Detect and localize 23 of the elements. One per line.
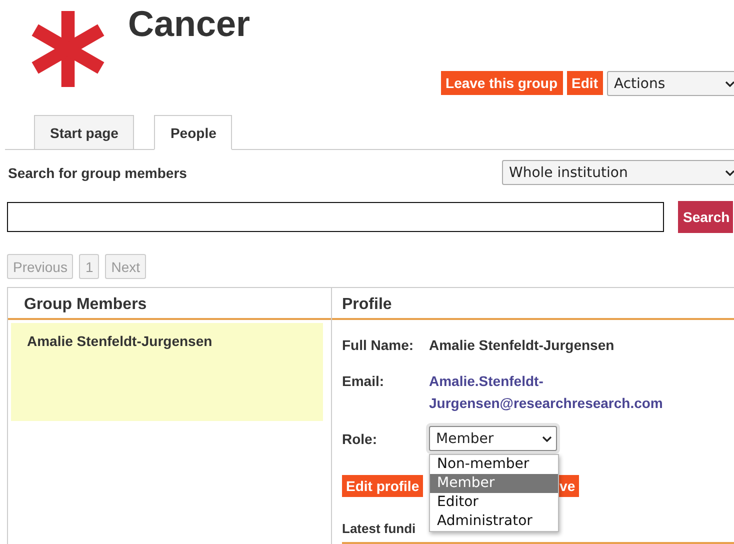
field-value: Amalie Stenfeldt-Jurgensen — [429, 337, 614, 353]
search-field[interactable] — [7, 202, 664, 232]
field-label: Email: — [342, 372, 386, 391]
column-heading: Group Members — [8, 288, 331, 320]
member-item[interactable]: Amalie Stenfeldt-Jurgensen — [11, 323, 323, 421]
tab[interactable]: People — [154, 115, 232, 150]
scope-select[interactable]: Whole institution — [502, 160, 734, 185]
field-label: Full Name: — [342, 337, 415, 353]
dropdown-option[interactable]: Non-member — [430, 455, 558, 474]
chevron-down-icon — [725, 80, 734, 86]
search-label: Search for group members — [8, 164, 187, 180]
role-select[interactable]: Member — [429, 426, 557, 451]
field-label: Role: — [342, 430, 378, 446]
chevron-down-icon — [725, 170, 734, 176]
dropdown-option[interactable]: Member — [430, 474, 558, 493]
tab[interactable]: Start page — [34, 115, 134, 150]
dropdown-option[interactable]: Editor — [430, 493, 558, 512]
search-button[interactable]: Search — [678, 201, 733, 233]
actions-select[interactable]: Actions — [607, 71, 734, 96]
column-heading: Profile — [332, 288, 734, 320]
email-link[interactable]: Amalie.Stenfeldt-Jurgensen@researchresearch.com — [429, 370, 663, 414]
chevron-down-icon — [542, 436, 552, 442]
group-title: Cancer — [128, 4, 252, 44]
